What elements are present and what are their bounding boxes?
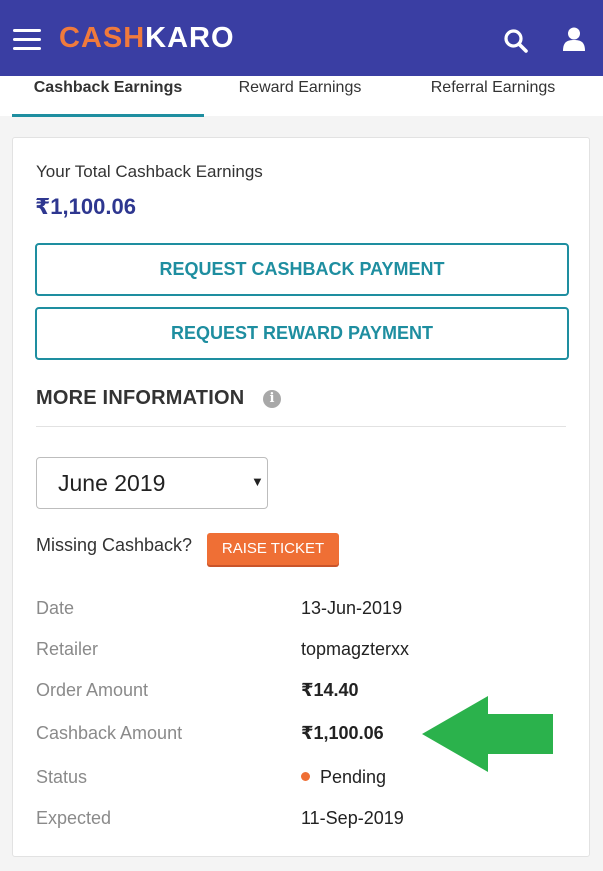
status-label: Status — [36, 767, 88, 787]
app-header: CASHKARO — [0, 0, 603, 76]
order-amount-value: ₹14.40 — [301, 680, 359, 700]
logo-cash-text: CASH — [59, 22, 146, 54]
expected-label: Expected — [36, 808, 112, 828]
status-text: Pending — [320, 767, 387, 787]
green-arrow-icon — [422, 696, 553, 772]
month-select[interactable]: June 2019 ▼ — [36, 457, 268, 509]
date-label: Date — [36, 598, 75, 618]
tab-cashback-earnings[interactable]: Cashback Earnings — [12, 76, 204, 117]
cashback-amount-label: Cashback Amount — [36, 723, 183, 743]
total-cashback-label: Your Total Cashback Earnings — [36, 162, 263, 181]
expected-value: 11-Sep-2019 — [301, 808, 404, 828]
selected-month: June 2019 — [58, 470, 166, 496]
request-cashback-payment-button[interactable]: REQUEST CASHBACK PAYMENT — [35, 243, 569, 296]
section-divider — [36, 426, 566, 427]
status-value: Pending — [301, 767, 386, 788]
request-reward-payment-button[interactable]: REQUEST REWARD PAYMENT — [35, 307, 569, 360]
order-amount-label: Order Amount — [36, 680, 149, 700]
retailer-label: Retailer — [36, 639, 99, 659]
user-profile-icon[interactable] — [561, 26, 587, 52]
cashback-amount-value: ₹1,100.06 — [301, 723, 384, 743]
tab-referral-earnings[interactable]: Referral Earnings — [400, 76, 586, 114]
tab-reward-earnings[interactable]: Reward Earnings — [212, 76, 388, 114]
date-value: 13-Jun-2019 — [301, 598, 403, 618]
total-cashback-amount: ₹1,100.06 — [35, 194, 136, 219]
search-icon[interactable] — [503, 28, 529, 54]
logo-karo-text: KARO — [145, 22, 235, 54]
hamburger-menu-icon[interactable] — [13, 29, 41, 51]
earnings-tabs: Cashback Earnings Reward Earnings Referr… — [0, 76, 603, 117]
raise-ticket-button[interactable]: RAISE TICKET — [207, 533, 339, 565]
dropdown-caret-icon: ▼ — [251, 474, 264, 489]
missing-cashback-label: Missing Cashback? — [36, 535, 193, 555]
cashkaro-logo[interactable]: CASHKARO — [59, 22, 235, 55]
retailer-value: topmagzterxx — [301, 639, 410, 659]
info-icon[interactable]: i — [263, 390, 281, 408]
more-information-title: MORE INFORMATION — [36, 387, 245, 409]
status-dot-icon — [301, 771, 310, 781]
